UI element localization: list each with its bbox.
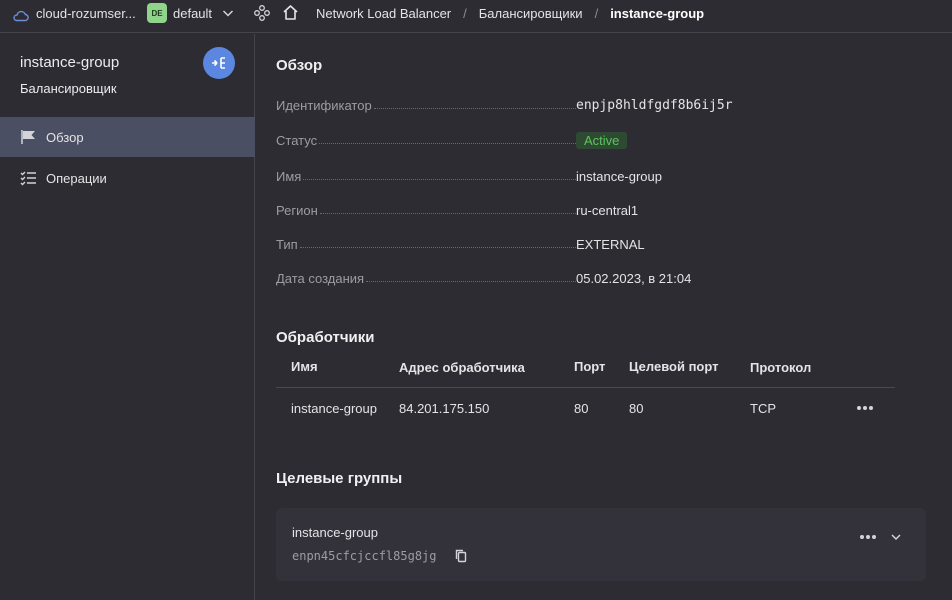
column-header: Целевой порт bbox=[629, 359, 719, 374]
status-badge: Active bbox=[576, 132, 628, 149]
column-header: Протокол bbox=[750, 360, 812, 375]
column-header: Порт bbox=[574, 359, 606, 374]
sidebar-item-label: Операции bbox=[46, 171, 107, 186]
table-divider bbox=[276, 387, 895, 388]
property-row: Статус Active bbox=[276, 132, 936, 153]
checklist-icon bbox=[20, 171, 36, 186]
more-dots-icon bbox=[857, 406, 861, 410]
property-value: ru-central1 bbox=[576, 203, 639, 218]
cell-address: 84.201.175.150 bbox=[399, 401, 490, 416]
row-actions-button[interactable] bbox=[857, 404, 877, 412]
target-group-id: enpn45cfcjccfl85g8jg bbox=[292, 549, 437, 563]
property-key: Имя bbox=[276, 169, 302, 184]
load-balancer-icon bbox=[212, 57, 225, 69]
property-value: EXTERNAL bbox=[576, 237, 645, 252]
cloud-icon bbox=[13, 10, 29, 22]
home-icon[interactable] bbox=[281, 3, 300, 22]
breadcrumb-balancers[interactable]: Балансировщики bbox=[479, 6, 583, 21]
property-row: Дата создания 05.02.2023, в 21:04 bbox=[276, 271, 936, 291]
target-groups-heading: Целевые группы bbox=[276, 470, 403, 487]
property-value[interactable]: enpjp8hldfgdf8b6ij5r bbox=[576, 98, 733, 113]
target-group-card[interactable]: instance-group enpn45cfcjccfl85g8jg bbox=[276, 508, 926, 581]
resource-title: instance-group bbox=[20, 54, 120, 71]
cell-protocol: TCP bbox=[750, 401, 776, 416]
property-key: Тип bbox=[276, 237, 298, 252]
folder-selector[interactable]: default bbox=[173, 6, 212, 21]
sidebar-item-label: Обзор bbox=[46, 130, 84, 145]
main-content: Обзор Идентификатор enpjp8hldfgdf8b6ij5r… bbox=[256, 34, 952, 600]
property-value: 05.02.2023, в 21:04 bbox=[576, 271, 692, 286]
load-balancer-service-logo bbox=[203, 47, 235, 79]
overview-heading: Обзор bbox=[276, 57, 323, 74]
property-row: Тип EXTERNAL bbox=[276, 237, 936, 257]
property-row: Идентификатор enpjp8hldfgdf8b6ij5r bbox=[276, 98, 936, 118]
property-key: Статус bbox=[276, 133, 318, 148]
breadcrumb-service[interactable]: Network Load Balancer bbox=[316, 6, 451, 21]
property-key: Регион bbox=[276, 203, 318, 218]
top-bar: cloud-rozumser... DE default Network Loa… bbox=[0, 0, 952, 33]
cell-port: 80 bbox=[574, 401, 589, 416]
target-group-name: instance-group bbox=[292, 525, 378, 540]
target-group-actions-button[interactable] bbox=[860, 533, 880, 541]
property-key: Дата создания bbox=[276, 271, 365, 286]
column-header: Имя bbox=[291, 359, 318, 374]
flag-icon bbox=[21, 130, 35, 144]
cell-name: instance-group bbox=[291, 401, 377, 416]
property-row: Регион ru-central1 bbox=[276, 203, 936, 223]
resource-type: Балансировщик bbox=[20, 81, 117, 96]
cloud-selector[interactable]: cloud-rozumser... bbox=[36, 6, 136, 21]
sidebar-item-operations[interactable]: Операции bbox=[0, 158, 255, 198]
column-header: Адрес обработчика bbox=[399, 360, 525, 375]
breadcrumb-separator: / bbox=[594, 6, 599, 21]
chevron-down-icon[interactable] bbox=[221, 6, 235, 20]
breadcrumb-separator: / bbox=[463, 6, 467, 21]
breadcrumb-current: instance-group bbox=[610, 6, 705, 21]
folder-badge: DE bbox=[147, 3, 167, 23]
chevron-down-icon[interactable] bbox=[890, 531, 902, 543]
property-row: Имя instance-group bbox=[276, 169, 936, 189]
listeners-heading: Обработчики bbox=[276, 329, 375, 346]
copy-icon[interactable] bbox=[454, 549, 468, 563]
more-dots-icon bbox=[860, 535, 864, 539]
services-icon[interactable] bbox=[253, 4, 271, 22]
cell-target-port: 80 bbox=[629, 401, 644, 416]
sidebar: instance-group Балансировщик Обзор Опера… bbox=[0, 34, 255, 600]
sidebar-item-overview[interactable]: Обзор bbox=[0, 117, 255, 157]
property-key: Идентификатор bbox=[276, 98, 372, 113]
property-value: instance-group bbox=[576, 169, 662, 184]
breadcrumb: Network Load Balancer / Балансировщики /… bbox=[316, 6, 704, 21]
